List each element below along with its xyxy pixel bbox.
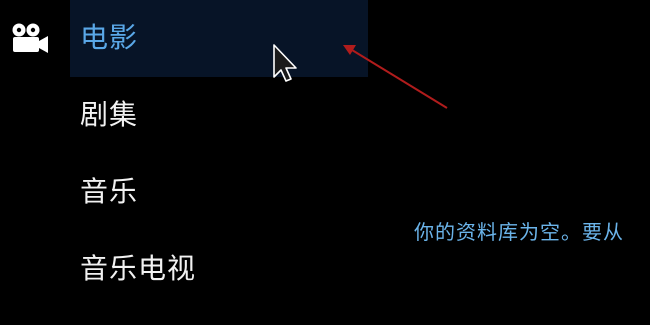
- menu-item-music-videos[interactable]: 音乐电视: [70, 231, 368, 308]
- media-home-screen: 电影 剧集 音乐 音乐电视 你的资料库为空。要从: [0, 0, 650, 325]
- media-category-menu: 电影 剧集 音乐 音乐电视: [70, 0, 368, 308]
- empty-library-message: 你的资料库为空。要从: [414, 220, 624, 244]
- menu-item-tv-shows[interactable]: 剧集: [70, 77, 368, 154]
- movie-camera-icon: [12, 23, 48, 53]
- menu-item-movies[interactable]: 电影: [70, 0, 368, 77]
- menu-item-label: 电影: [80, 21, 139, 54]
- menu-item-label: 剧集: [80, 98, 139, 131]
- menu-item-label: 音乐电视: [80, 252, 197, 285]
- menu-item-label: 音乐: [80, 175, 139, 208]
- category-icon-column: [0, 0, 70, 325]
- menu-item-music[interactable]: 音乐: [70, 154, 368, 231]
